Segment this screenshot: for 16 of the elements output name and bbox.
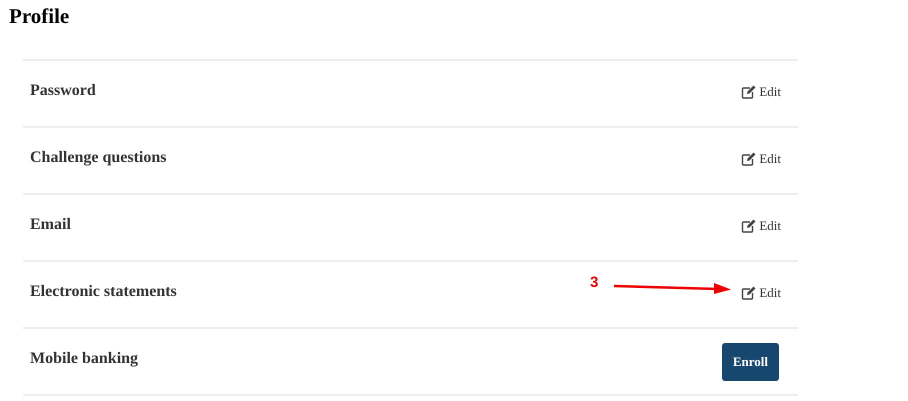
edit-icon <box>741 84 756 98</box>
setting-label: Electronic statements <box>30 282 177 300</box>
annotation-number: 3 <box>590 274 598 291</box>
edit-link[interactable]: Edit <box>741 218 781 234</box>
page-title: Profile <box>8 3 70 29</box>
setting-label: Challenge questions <box>30 148 166 166</box>
edit-icon <box>741 152 756 166</box>
setting-label: Mobile banking <box>30 350 138 368</box>
setting-label: Email <box>30 216 71 234</box>
enroll-button[interactable]: Enroll <box>722 342 779 380</box>
edit-icon <box>741 218 756 232</box>
edit-icon <box>741 286 756 300</box>
edit-link[interactable]: Edit <box>741 284 781 300</box>
edit-link[interactable]: Edit <box>741 150 781 166</box>
edit-link[interactable]: Edit <box>741 84 781 100</box>
setting-label: Password <box>30 82 96 100</box>
